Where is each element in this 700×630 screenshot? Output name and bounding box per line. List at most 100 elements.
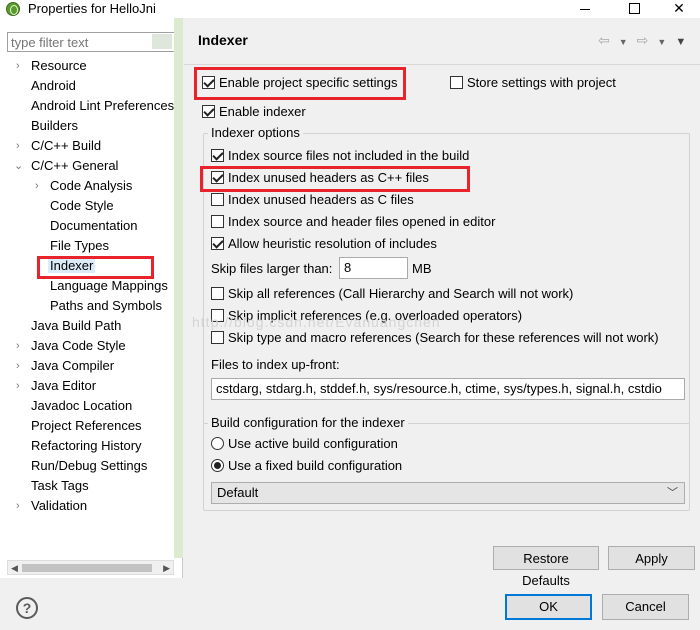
option-opened-in-editor[interactable]: Index source and header files opened in …	[211, 213, 495, 231]
tree-item-java-build-path[interactable]: Java Build Path	[31, 316, 121, 336]
forward-menu-icon[interactable]: ▼	[657, 37, 666, 47]
chevron-right-icon[interactable]: ›	[16, 341, 24, 352]
radio-label: Use a fixed build configuration	[228, 458, 403, 473]
chevron-down-icon[interactable]: ﹀	[667, 483, 678, 503]
tree-item-paths-symbols[interactable]: Paths and Symbols	[50, 296, 162, 316]
files-upfront-input[interactable]: cstdarg, stdarg.h, stddef.h, sys/resourc…	[211, 378, 685, 400]
tree-item-java-code-style[interactable]: › Java Code Style	[14, 336, 126, 356]
checkbox-label: Allow heuristic resolution of includes	[228, 236, 437, 251]
indexer-page: Indexer ⇦ ▼ ⇨ ▼ ▼ Enable project specific se…	[184, 18, 700, 588]
checkbox-checked-icon[interactable]	[202, 105, 215, 118]
chevron-right-icon[interactable]: ›	[35, 181, 43, 192]
window-title: Properties for HelloJni	[28, 1, 156, 16]
use-active-config-radio[interactable]: Use active build configuration	[211, 435, 398, 453]
radio-selected-icon[interactable]	[211, 459, 224, 472]
checkbox-unchecked-icon[interactable]	[450, 76, 463, 89]
radio-unselected-icon[interactable]	[211, 437, 224, 450]
tree-item-label: Resource	[31, 58, 87, 73]
tree-item-file-types[interactable]: File Types	[50, 236, 109, 256]
skip-larger-label: Skip files larger than:	[211, 261, 333, 276]
checkbox-label: Index source files not included in the b…	[228, 148, 470, 163]
tree-item-code-analysis[interactable]: › Code Analysis	[33, 176, 132, 196]
tree-item-label: Java Editor	[31, 378, 97, 393]
chevron-right-icon[interactable]: ›	[16, 61, 24, 72]
cancel-button[interactable]: Cancel	[602, 594, 689, 620]
tree-item-refactoring-history[interactable]: Refactoring History	[31, 436, 142, 456]
header-separator	[184, 64, 700, 65]
maximize-button[interactable]	[611, 0, 657, 18]
tree-item-java-editor[interactable]: › Java Editor	[14, 376, 96, 396]
skip-implicit-references-checkbox[interactable]: Skip implicit references (e.g. overloade…	[211, 307, 522, 325]
tree-item-language-mappings[interactable]: Language Mappings	[50, 276, 168, 296]
checkbox-unchecked-icon[interactable]	[211, 193, 224, 206]
tree-item-resource[interactable]: › Resource	[14, 56, 87, 76]
minimize-button[interactable]	[562, 0, 608, 18]
forward-arrow-icon[interactable]: ⇨	[637, 32, 649, 48]
checkbox-unchecked-icon[interactable]	[211, 331, 224, 344]
tree-item-android[interactable]: Android	[31, 76, 76, 96]
tree-item-javadoc-location[interactable]: Javadoc Location	[31, 396, 132, 416]
tree-item-task-tags[interactable]: Task Tags	[31, 476, 89, 496]
highlight-box-unused-headers	[200, 166, 470, 192]
skip-all-references-checkbox[interactable]: Skip all references (Call Hierarchy and …	[211, 285, 573, 303]
enable-indexer-checkbox[interactable]: Enable indexer	[202, 103, 306, 121]
chevron-right-icon[interactable]: ›	[16, 381, 24, 392]
tree-item-cpp-build[interactable]: › C/C++ Build	[14, 136, 101, 156]
tree-item-run-debug[interactable]: Run/Debug Settings	[31, 456, 147, 476]
clear-filter-icon[interactable]	[152, 34, 172, 49]
tree-item-label: Java Code Style	[31, 338, 126, 353]
tree-item-java-compiler[interactable]: › Java Compiler	[14, 356, 114, 376]
tree-item-label: C/C++ Build	[31, 138, 102, 153]
radio-label: Use active build configuration	[228, 436, 398, 451]
checkbox-label: Index unused headers as C files	[228, 192, 414, 207]
tree-item-code-style[interactable]: Code Style	[50, 196, 114, 216]
horizontal-scrollbar[interactable]: ◀ ▶	[7, 560, 174, 575]
tree-item-validation[interactable]: › Validation	[14, 496, 87, 516]
scroll-right-icon[interactable]: ▶	[163, 561, 170, 575]
preference-tree-pane: › Resource Android Android Lint Preferenc…	[0, 18, 183, 578]
option-unused-headers-c[interactable]: Index unused headers as C files	[211, 191, 414, 209]
checkbox-unchecked-icon[interactable]	[211, 215, 224, 228]
checkbox-unchecked-icon[interactable]	[211, 309, 224, 322]
sash-divider[interactable]	[174, 18, 183, 558]
page-nav: ⇦ ▼ ⇨ ▼ ▼	[598, 32, 695, 49]
ok-button[interactable]: OK	[505, 594, 592, 620]
tree-item-project-references[interactable]: Project References	[31, 416, 142, 436]
chevron-right-icon[interactable]: ›	[16, 361, 24, 372]
back-menu-icon[interactable]: ▼	[619, 37, 628, 47]
tree-item-builders[interactable]: Builders	[31, 116, 78, 136]
tree-item-label: Code Analysis	[50, 178, 133, 193]
option-index-source-not-in-build[interactable]: Index source files not included in the b…	[211, 147, 469, 165]
chevron-right-icon[interactable]: ›	[16, 141, 24, 152]
dropdown-value: Default	[217, 485, 259, 500]
skip-larger-input[interactable]: 8	[339, 257, 408, 279]
use-fixed-config-radio[interactable]: Use a fixed build configuration	[211, 457, 402, 475]
filter-input[interactable]	[7, 32, 175, 52]
tree-item-android-lint[interactable]: Android Lint Preferences	[31, 96, 174, 116]
chevron-down-icon[interactable]: ⌄	[14, 161, 23, 172]
back-arrow-icon[interactable]: ⇦	[598, 32, 610, 48]
store-with-project-checkbox[interactable]: Store settings with project	[450, 74, 616, 92]
close-button[interactable]: ✕	[656, 0, 700, 18]
help-icon[interactable]: ?	[16, 597, 38, 619]
checkbox-checked-icon[interactable]	[211, 237, 224, 250]
checkbox-checked-icon[interactable]	[211, 149, 224, 162]
scroll-left-icon[interactable]: ◀	[11, 561, 18, 575]
build-config-dropdown[interactable]: Default ﹀	[211, 482, 685, 504]
checkbox-label: Store settings with project	[467, 75, 616, 90]
view-menu-icon[interactable]: ▼	[675, 36, 686, 48]
checkbox-unchecked-icon[interactable]	[211, 287, 224, 300]
chevron-right-icon[interactable]: ›	[16, 501, 24, 512]
page-title: Indexer	[198, 32, 248, 48]
checkbox-label: Enable indexer	[219, 104, 306, 119]
apply-button[interactable]: Apply	[608, 546, 695, 570]
skip-type-macro-references-checkbox[interactable]: Skip type and macro references (Search f…	[211, 329, 659, 347]
highlight-box-indexer	[37, 256, 154, 279]
option-heuristic-includes[interactable]: Allow heuristic resolution of includes	[211, 235, 437, 253]
checkbox-label: Index source and header files opened in …	[228, 214, 496, 229]
tree-item-documentation[interactable]: Documentation	[50, 216, 137, 236]
restore-defaults-button[interactable]: Restore Defaults	[493, 546, 599, 588]
scrollbar-thumb[interactable]	[22, 564, 152, 572]
tree-item-cpp-general[interactable]: ⌄ C/C++ General	[14, 156, 118, 176]
group-title: Build configuration for the indexer	[208, 415, 408, 430]
